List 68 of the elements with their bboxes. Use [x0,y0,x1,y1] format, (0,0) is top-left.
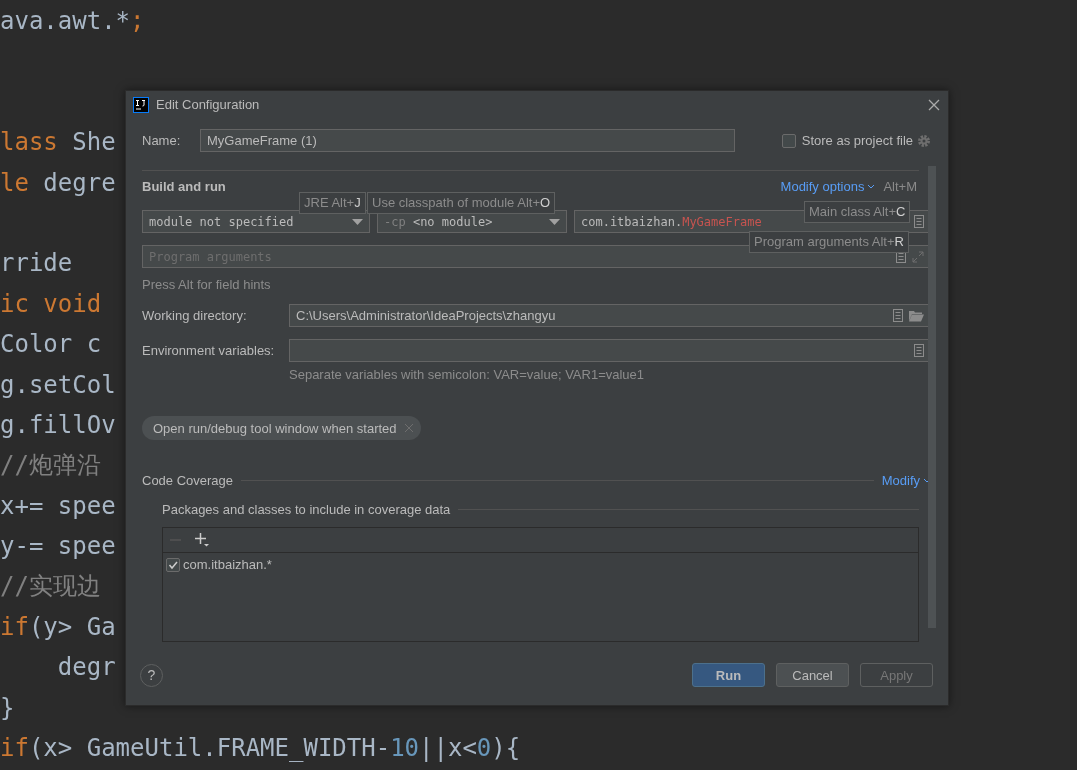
code-text: g.fillOv [0,409,116,441]
help-button[interactable]: ? [140,663,163,687]
name-field[interactable]: MyGameFrame (1) [200,129,735,152]
code-text: degr [56,652,116,684]
plus-icon[interactable] [195,533,209,547]
dialog-button[interactable]: Cancel [776,663,849,687]
help-text: Separate variables with semicolon: VAR=value; VAR1=value1 [289,367,645,382]
document-icon[interactable] [914,215,924,228]
store-as-project-file-label[interactable]: Store as project file [801,133,913,148]
code-text: ){ [491,733,521,765]
shortcut-tooltip: Main class Alt+C [804,201,911,223]
code-text: She [72,127,116,159]
package-entry[interactable]: com.itbaizhan.* [183,557,272,572]
module-select[interactable]: module not specified [142,210,370,233]
shortcut-text: Alt+M [883,179,917,194]
checkbox[interactable] [166,557,180,572]
code-text: if [0,611,29,643]
code-text: ic void [0,288,102,320]
working-directory-label: Working directory: [142,308,248,323]
code-text: g.setCol [0,369,116,401]
chevron-down-icon [867,184,876,189]
shortcut-tooltip: JRE Alt+J [299,192,366,214]
code-text: ||x< [419,733,477,765]
code-text: le [0,167,30,199]
working-directory-field[interactable]: C:\Users\Administrator\IdeaProjects\zhangyu [289,304,931,327]
modify-options-link[interactable]: Modify options [780,179,876,194]
code-text: degre [43,167,116,199]
code-text: Color c [0,329,102,361]
app-logo-icon [133,96,149,113]
close-icon[interactable] [928,98,940,111]
environment-variables-field[interactable] [289,339,931,362]
code-text: ; [130,6,145,37]
code-text: y-= spee [0,531,116,563]
code-text: //炮弹沿 [0,450,101,482]
section-title: Code Coverage [142,473,234,488]
code-text: if [0,733,29,765]
code-text: (y> Ga [28,611,116,643]
code-text: rride [0,248,73,280]
name-label: Name: [142,133,182,148]
code-text: lass [0,127,59,159]
folder-icon[interactable] [909,309,924,322]
remove-icon[interactable] [404,424,413,432]
gear-icon[interactable] [917,133,931,148]
code-text: 0 [476,733,492,765]
modify-link[interactable]: Modify [881,473,931,488]
section-title: Build and run [142,179,226,194]
shortcut-tooltip: Program arguments Alt+R [749,231,909,253]
code-text: } [0,692,15,724]
expand-icon[interactable] [912,250,924,263]
checkbox[interactable] [781,133,796,148]
code-text: 10 [390,733,420,765]
group-title: Packages and classes to include in coverage data [162,502,451,517]
option-chip[interactable]: Open run/debug tool window when started [142,416,421,440]
document-icon[interactable] [893,309,903,322]
caret-icon [352,218,363,225]
dialog-title: Edit Configuration [156,97,261,112]
document-icon[interactable] [914,344,924,357]
field-hints-text: Press Alt for field hints [142,277,271,292]
environment-variables-label: Environment variables: [142,343,276,358]
code-text: x+= spee [0,490,116,522]
caret-icon [549,218,560,225]
shortcut-tooltip: Use classpath of module Alt+O [367,192,556,214]
code-text: ava.awt.* [0,6,131,37]
code-text: (x> GameUtil.FRAME_WIDTH- [28,733,391,765]
dialog-button[interactable]: Run [692,663,765,687]
scrollbar[interactable] [928,166,936,628]
code-text: //实现边 [0,571,101,603]
chevron-down-icon [923,478,931,483]
